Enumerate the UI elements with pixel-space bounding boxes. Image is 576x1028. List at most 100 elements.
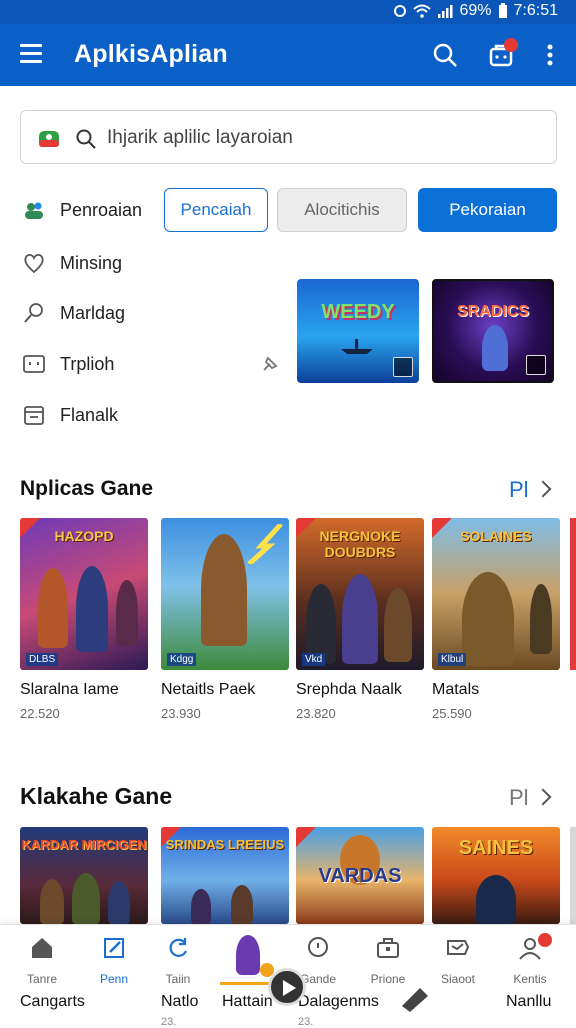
sidebar-item-label: Trplioh: [60, 353, 115, 374]
app-title: AplkisAplian: [74, 40, 228, 68]
bottom-caption: Cangarts: [20, 993, 85, 1010]
game-card[interactable]: SRINDAS LREEIUS: [161, 827, 289, 924]
search-icon[interactable]: [430, 40, 460, 70]
sidebar-item-trplioh[interactable]: Trplioh: [22, 349, 114, 379]
briefcase-icon: [377, 938, 399, 958]
nav-label: Penn: [99, 972, 129, 986]
sidebar-item-penroaian[interactable]: Penroaian: [22, 195, 142, 225]
play-button[interactable]: [268, 968, 306, 1006]
see-all-link[interactable]: Pl: [509, 785, 529, 811]
cover-tag: Kdgg: [167, 653, 197, 666]
game-cover: Kdgg: [161, 518, 289, 670]
character-figure: [342, 574, 378, 664]
clock: 7:6:51: [513, 2, 558, 19]
battery-icon: [498, 3, 507, 18]
chip-alocitichis[interactable]: Alocitichis: [277, 188, 407, 232]
nav-item-penn[interactable]: Penn: [82, 935, 146, 986]
character-figure: [306, 584, 336, 664]
bottom-caption: Dalagenms: [298, 993, 379, 1010]
cover-tag: Vkd: [302, 653, 326, 666]
pin-icon[interactable]: [258, 352, 282, 376]
home-icon: [32, 938, 52, 958]
sidebar-item-label: Flanalk: [60, 404, 119, 425]
sidebar-item-minsing[interactable]: Minsing: [22, 248, 122, 278]
game-card[interactable]: HAZOPD DLBS Slaralna Iame 22.520: [20, 518, 148, 721]
nav-item-taiin[interactable]: Taiin: [146, 935, 210, 986]
game-card[interactable]: SAINES: [432, 827, 560, 924]
chevron-right-icon[interactable]: [534, 480, 552, 498]
menu-icon[interactable]: [20, 44, 42, 63]
game-cover: SRINDAS LREEIUS: [161, 827, 289, 924]
cover-title: VARDAS: [318, 865, 402, 887]
game-card[interactable]: VARDAS: [296, 827, 424, 924]
game-title: Matals: [432, 681, 480, 698]
character-figure: [462, 572, 514, 666]
cover-title: NERGNOKE DOUBDRS: [319, 528, 401, 560]
send-icon: [447, 940, 470, 955]
controller-icon[interactable]: [398, 984, 432, 1012]
character-figure: [530, 584, 552, 654]
game-title: Slaralna Iame: [20, 681, 119, 698]
character-figure: [40, 879, 64, 924]
featured-title: SRADICS: [456, 303, 529, 320]
bottom-caption: Nanllu: [506, 993, 552, 1010]
game-card[interactable]: SOLAINES Klbul Matals 25.590: [432, 518, 560, 721]
cart-button[interactable]: [486, 38, 518, 72]
nav-item-tanre[interactable]: Tanre: [10, 935, 74, 986]
chevron-right-icon[interactable]: [534, 788, 552, 806]
sidebar-item-label: Marldag: [60, 302, 126, 323]
nav-label: Kentis: [513, 972, 547, 986]
notification-icon: [394, 5, 407, 17]
nav-item-profile[interactable]: [220, 927, 276, 985]
nav-item-prione[interactable]: Prione: [356, 935, 420, 986]
search-icon: [76, 129, 96, 149]
nav-item-kentis[interactable]: Kentis: [498, 933, 562, 986]
game-cover: NERGNOKE DOUBDRS Vkd: [296, 518, 424, 670]
nav-label: Tanre: [26, 972, 58, 986]
edit-icon: [104, 938, 124, 958]
featured-tile[interactable]: SRADICS: [432, 279, 554, 383]
featured-tile[interactable]: WEEDY: [297, 279, 419, 383]
more-options-icon[interactable]: [540, 40, 560, 70]
nav-label: Siaoot: [440, 972, 476, 986]
game-count: 25.590: [432, 706, 472, 721]
wifi-icon: [413, 4, 432, 18]
bottom-caption-sub: 23.: [161, 1016, 177, 1028]
game-card-peek: [570, 827, 576, 924]
expand-icon: [526, 355, 546, 375]
cover-title: SOLAINES: [460, 528, 532, 544]
heart-icon: [24, 253, 44, 274]
character-figure: [108, 881, 130, 924]
search-input[interactable]: Ihjarik aplilic layaroian: [107, 127, 293, 149]
see-all-link[interactable]: Pl: [509, 477, 529, 503]
calendar-icon: [24, 406, 44, 425]
game-card[interactable]: NERGNOKE DOUBDRS Vkd Srephda Naalk 23.82…: [296, 518, 424, 721]
section-title: Nplicas Gane: [20, 477, 154, 500]
cover-title: KARDAR MIRCIGEN: [21, 837, 147, 852]
game-card[interactable]: Kdgg Netaitls Paek 23.930: [161, 518, 289, 721]
character-figure: [116, 580, 138, 646]
search-bar[interactable]: Ihjarik aplilic layaroian: [20, 110, 557, 164]
app-logo-icon: [39, 131, 59, 147]
app-bar: AplkisAplian: [0, 24, 576, 86]
game-cover: SAINES: [432, 827, 560, 924]
chip-pencaiah[interactable]: Pencaiah: [164, 188, 268, 232]
sidebar-item-marldag[interactable]: Marldag: [22, 298, 125, 328]
avatar: [236, 935, 260, 975]
game-card[interactable]: KARDAR MIRCIGEN: [20, 827, 148, 924]
sidebar-item-flanalk[interactable]: Flanalk: [22, 400, 118, 430]
nav-item-siaoot[interactable]: Siaoot: [426, 935, 490, 986]
game-cover: HAZOPD DLBS: [20, 518, 148, 670]
notification-badge: [538, 933, 552, 947]
game-count: 23.930: [161, 706, 201, 721]
chip-pekoraian[interactable]: Pekoraian: [418, 188, 557, 232]
cover-tag: Klbul: [438, 653, 467, 666]
character-figure: [76, 566, 108, 652]
section-title: Klakahe Gane: [20, 783, 173, 809]
character-figure: [191, 889, 211, 924]
game-title: Srephda Naalk: [296, 681, 402, 698]
character-figure: [38, 568, 68, 648]
status-bar: 69% 7:6:51: [0, 0, 576, 24]
sidebar-item-label: Minsing: [60, 252, 123, 273]
battery-percent: 69%: [459, 2, 492, 19]
